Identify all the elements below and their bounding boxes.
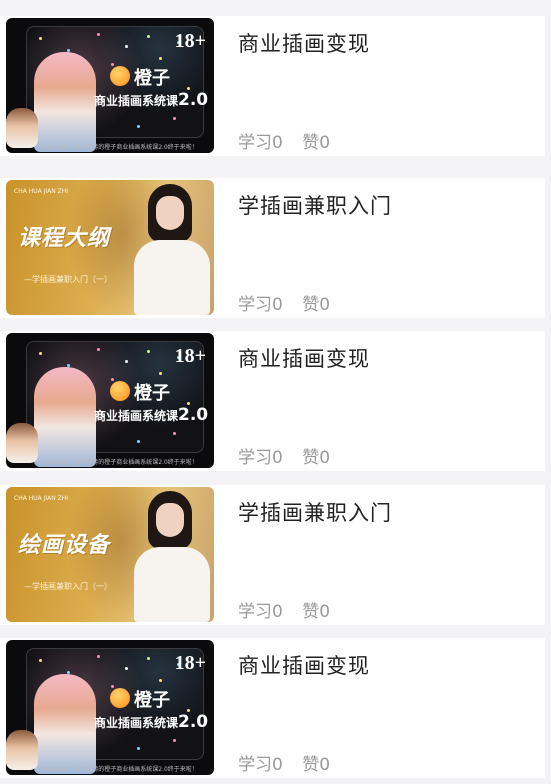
like-count: 赞0 [302, 295, 331, 315]
chibi-illustration [6, 108, 38, 148]
brand-logo-icon [110, 381, 130, 401]
study-count: 学习0 [238, 755, 283, 775]
like-count: 赞0 [302, 133, 331, 153]
course-card[interactable]: 18+ 橙子 商业插画系统课2.0 Hello Hello 万众期待的橙子商业插… [0, 331, 545, 471]
instructor-photo [134, 491, 210, 622]
course-title[interactable]: 学插画兼职入门 [238, 190, 392, 220]
course-card[interactable]: 18+ 橙子 商业插画系统课2.0 Hello Hello 万众期待的橙子商业插… [0, 638, 545, 778]
course-list: 18+ 橙子 商业插画系统课2.0 Hello Hello 万众期待的橙子商业插… [0, 0, 551, 784]
like-count: 赞0 [302, 602, 331, 622]
course-name: 商业插画系统课2.0 [94, 405, 209, 425]
brand-name: 橙子 [134, 383, 170, 404]
study-count: 学习0 [238, 133, 283, 153]
course-stats: 学习0 赞0 [238, 128, 330, 153]
course-name: 商业插画系统课2.0 [94, 712, 209, 732]
course-thumbnail[interactable]: 18+ 橙子 商业插画系统课2.0 Hello Hello 万众期待的橙子商业插… [6, 333, 214, 468]
thumbnail-subtitle: —学插画兼职入门（一） [24, 582, 112, 591]
brand-name: 橙子 [134, 690, 170, 711]
character-illustration [34, 674, 96, 774]
course-title[interactable]: 商业插画变现 [238, 650, 370, 680]
age-rating-badge: 18+ [174, 345, 206, 367]
thumbnail-headline: 课程大纲 [18, 226, 111, 251]
brand-logo-icon [110, 688, 130, 708]
thumbnail-caption: Hello Hello 万众期待的橙子商业插画系统课2.0终于来啦！ [40, 144, 198, 151]
course-title[interactable]: 商业插画变现 [238, 28, 370, 58]
course-card[interactable]: 18+ 橙子 商业插画系统课2.0 Hello Hello 万众期待的橙子商业插… [0, 16, 545, 156]
course-thumbnail[interactable]: CHA HUA JIAN ZHI 课程大纲 —学插画兼职入门（一） [6, 180, 214, 315]
brand-name: 橙子 [134, 68, 170, 89]
course-title[interactable]: 商业插画变现 [238, 343, 370, 373]
course-card[interactable]: CHA HUA JIAN ZHI 课程大纲 —学插画兼职入门（一） 学插画兼职入… [0, 178, 545, 318]
course-stats: 学习0 赞0 [238, 290, 330, 315]
course-card[interactable]: CHA HUA JIAN ZHI 绘画设备 —学插画兼职入门（一） 学插画兼职入… [0, 485, 545, 625]
study-count: 学习0 [238, 448, 283, 468]
character-illustration [34, 52, 96, 152]
thumbnail-tag: CHA HUA JIAN ZHI [14, 188, 69, 195]
character-illustration [34, 367, 96, 467]
age-rating-badge: 18+ [174, 30, 206, 52]
course-stats: 学习0 赞0 [238, 750, 330, 775]
study-count: 学习0 [238, 602, 283, 622]
course-title[interactable]: 学插画兼职入门 [238, 497, 392, 527]
course-thumbnail[interactable]: CHA HUA JIAN ZHI 绘画设备 —学插画兼职入门（一） [6, 487, 214, 622]
like-count: 赞0 [302, 755, 331, 775]
age-rating-badge: 18+ [174, 652, 206, 674]
course-stats: 学习0 赞0 [238, 597, 330, 622]
thumbnail-tag: CHA HUA JIAN ZHI [14, 495, 69, 502]
study-count: 学习0 [238, 295, 283, 315]
thumbnail-subtitle: —学插画兼职入门（一） [24, 275, 112, 284]
brand-logo-icon [110, 66, 130, 86]
course-name: 商业插画系统课2.0 [94, 90, 209, 110]
course-thumbnail[interactable]: 18+ 橙子 商业插画系统课2.0 Hello Hello 万众期待的橙子商业插… [6, 640, 214, 775]
like-count: 赞0 [302, 448, 331, 468]
thumbnail-caption: Hello Hello 万众期待的橙子商业插画系统课2.0终于来啦！ [40, 459, 198, 466]
course-thumbnail[interactable]: 18+ 橙子 商业插画系统课2.0 Hello Hello 万众期待的橙子商业插… [6, 18, 214, 153]
thumbnail-caption: Hello Hello 万众期待的橙子商业插画系统课2.0终于来啦！ [40, 766, 198, 773]
course-stats: 学习0 赞0 [238, 443, 330, 468]
chibi-illustration [6, 423, 38, 463]
chibi-illustration [6, 730, 38, 770]
thumbnail-headline: 绘画设备 [18, 533, 111, 558]
instructor-photo [134, 184, 210, 315]
